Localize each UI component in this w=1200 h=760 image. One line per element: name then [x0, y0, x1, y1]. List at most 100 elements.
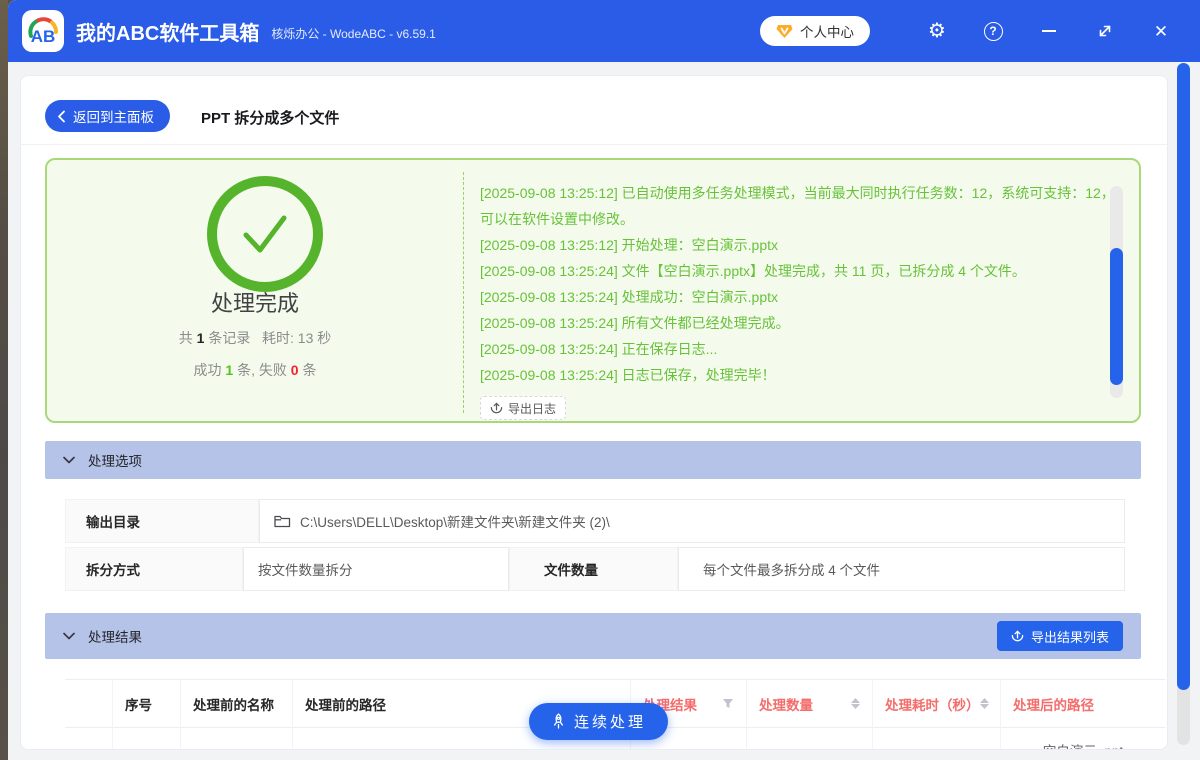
options-section-title: 处理选项 — [88, 454, 142, 469]
success-count: 1 — [225, 362, 234, 378]
log-line: [2025-09-08 13:25:24] 处理成功：空白演示.pptx — [480, 289, 779, 305]
cell-expand: + — [65, 728, 113, 749]
minimize-button[interactable] — [1032, 14, 1066, 48]
header-index: 序号 — [113, 680, 181, 728]
log-line: [2025-09-08 13:25:12] 开始处理：空白演示.pptx — [480, 237, 779, 253]
summary-line-result: 成功 1 条, 失败 0 条 — [47, 360, 463, 380]
summary-line-total: 共 1 条记录 耗时: 13 秒 — [47, 328, 463, 348]
help-button[interactable]: ? — [976, 14, 1010, 48]
header-elapsed[interactable]: 处理耗时（秒） — [873, 680, 1001, 728]
upload-icon — [1011, 630, 1024, 641]
total-label: 共 — [178, 330, 193, 346]
app-logo: AB — [22, 10, 64, 52]
export-log-button[interactable]: 导出日志 — [480, 396, 567, 420]
log-line: [2025-09-08 13:25:24] 文件【空白演示.pptx】处理完成，… — [480, 263, 1026, 279]
results-section-title: 处理结果 — [88, 630, 142, 645]
app-window: AB 我的ABC软件工具箱 核烁办公 - WodeABC - v6.59.1 个… — [8, 0, 1200, 760]
success-ring — [207, 176, 323, 292]
user-center-label: 个人中心 — [800, 25, 854, 40]
chevron-left-icon — [58, 110, 65, 122]
success-suffix: 条, — [237, 362, 255, 378]
user-center-button[interactable]: 个人中心 — [760, 16, 870, 46]
output-dir-value: C:\Users\DELL\Desktop\新建文件夹\新建文件夹 (2)\ — [300, 515, 610, 530]
continue-processing-button[interactable]: 连续处理 — [529, 703, 669, 740]
app-subtitle: 核烁办公 - WodeABC - v6.59.1 — [271, 26, 436, 41]
split-mode-select[interactable]: 按文件数量拆分 — [243, 547, 509, 591]
upload-icon — [490, 402, 503, 413]
header-source-name: 处理前的名称 — [181, 680, 293, 728]
log-line: [2025-09-08 13:25:24] 所有文件都已经处理完成。 — [480, 315, 790, 331]
export-log-label: 导出日志 — [508, 401, 557, 416]
output-dir-field[interactable]: C:\Users\DELL\Desktop\新建文件夹\新建文件夹 (2)\ — [259, 499, 1125, 543]
log-line: [2025-09-08 13:25:24] 正在保存日志... — [480, 341, 718, 357]
back-to-dashboard-button[interactable]: 返回到主面板 — [45, 100, 170, 132]
file-count-field[interactable]: 每个文件最多拆分成 4 个文件 — [678, 547, 1125, 591]
cell-count: 4 — [747, 728, 873, 749]
fail-label: 失败 — [258, 362, 287, 378]
page-scrollbar[interactable] — [1177, 63, 1190, 745]
file-count-label: 文件数量 — [509, 547, 678, 591]
log-output: [2025-09-08 13:25:12] 已自动使用多任务处理模式，当前最大同… — [480, 180, 1126, 388]
close-icon: ✕ — [1153, 21, 1169, 41]
file-count-value: 每个文件最多拆分成 4 个文件 — [703, 563, 881, 578]
header-count[interactable]: 处理数量 — [747, 680, 873, 728]
fail-count: 0 — [290, 362, 299, 378]
abc-logo-icon: AB — [28, 17, 58, 46]
chevron-down-icon — [63, 456, 75, 464]
sort-icon[interactable] — [979, 698, 989, 709]
settings-button[interactable]: ⚙ — [920, 14, 954, 48]
back-button-label: 返回到主面板 — [73, 110, 154, 125]
main-card: 返回到主面板 PPT 拆分成多个文件 处理完成 共 1 条记录 耗时: 13 秒… — [20, 75, 1168, 750]
results-section-header[interactable]: 处理结果 导出结果列表 — [45, 613, 1141, 659]
rocket-icon — [553, 713, 564, 729]
window-body: 返回到主面板 PPT 拆分成多个文件 处理完成 共 1 条记录 耗时: 13 秒… — [8, 62, 1200, 760]
export-results-label: 导出结果列表 — [1030, 629, 1109, 645]
header-output-path: 处理后的路径 — [1001, 680, 1165, 728]
log-scrollbar[interactable] — [1110, 186, 1123, 398]
elapsed-time: 耗时: 13 秒 — [262, 330, 332, 346]
maximize-button[interactable] — [1088, 14, 1122, 48]
split-mode-value: 按文件数量拆分 — [258, 563, 353, 578]
help-icon: ? — [983, 21, 1003, 41]
split-mode-label: 拆分方式 — [65, 547, 243, 591]
cell-index: 1 — [113, 728, 181, 749]
result-status-pane: 处理完成 共 1 条记录 耗时: 13 秒 成功 1 条, 失败 0 条 — [47, 160, 463, 421]
filter-funnel-icon[interactable] — [722, 698, 734, 709]
success-label: 成功 — [193, 362, 222, 378]
check-icon — [243, 215, 287, 253]
log-scrollbar-thumb[interactable] — [1110, 248, 1123, 385]
header-expand — [65, 680, 113, 728]
svg-text:AB: AB — [31, 27, 56, 46]
cell-output-path: 空白演示_ppt — [1001, 728, 1165, 749]
log-line: [2025-09-08 13:25:12] 已自动使用多任务处理模式，当前最大同… — [480, 185, 1115, 227]
header-count-label: 处理数量 — [759, 697, 813, 713]
folder-icon — [274, 515, 291, 528]
desktop-background — [0, 0, 8, 760]
title-bar: AB 我的ABC软件工具箱 核烁办公 - WodeABC - v6.59.1 个… — [8, 0, 1200, 62]
continue-processing-label: 连续处理 — [574, 714, 647, 731]
vip-badge-icon — [776, 24, 793, 38]
close-button[interactable]: ✕ — [1144, 14, 1178, 48]
output-dir-label: 输出目录 — [65, 499, 259, 543]
total-count: 1 — [196, 330, 205, 346]
fail-suffix: 条 — [302, 362, 317, 378]
options-section-header[interactable]: 处理选项 — [45, 441, 1141, 479]
sort-icon[interactable] — [851, 698, 860, 709]
header-elapsed-label: 处理耗时（秒） — [885, 697, 980, 713]
cell-source-name: 空白演示.pptx — [181, 728, 293, 749]
panel-divider — [463, 172, 464, 413]
header-divider — [21, 144, 1167, 145]
export-results-button[interactable]: 导出结果列表 — [996, 621, 1123, 651]
status-title: 处理完成 — [210, 291, 299, 316]
cell-elapsed: 11.77 — [873, 728, 1001, 749]
maximize-icon — [1099, 25, 1111, 37]
page-scrollbar-thumb[interactable] — [1177, 63, 1190, 690]
total-suffix: 条记录 — [208, 330, 251, 346]
app-title: 我的ABC软件工具箱 — [76, 22, 260, 45]
chevron-down-icon — [63, 632, 75, 640]
page-title: PPT 拆分成多个文件 — [201, 110, 340, 127]
minimize-icon — [1042, 30, 1056, 32]
result-summary-panel: 处理完成 共 1 条记录 耗时: 13 秒 成功 1 条, 失败 0 条 [20… — [45, 158, 1141, 423]
log-line: [2025-09-08 13:25:24] 日志已保存，处理完毕！ — [480, 367, 776, 383]
gear-icon: ⚙ — [928, 20, 946, 42]
